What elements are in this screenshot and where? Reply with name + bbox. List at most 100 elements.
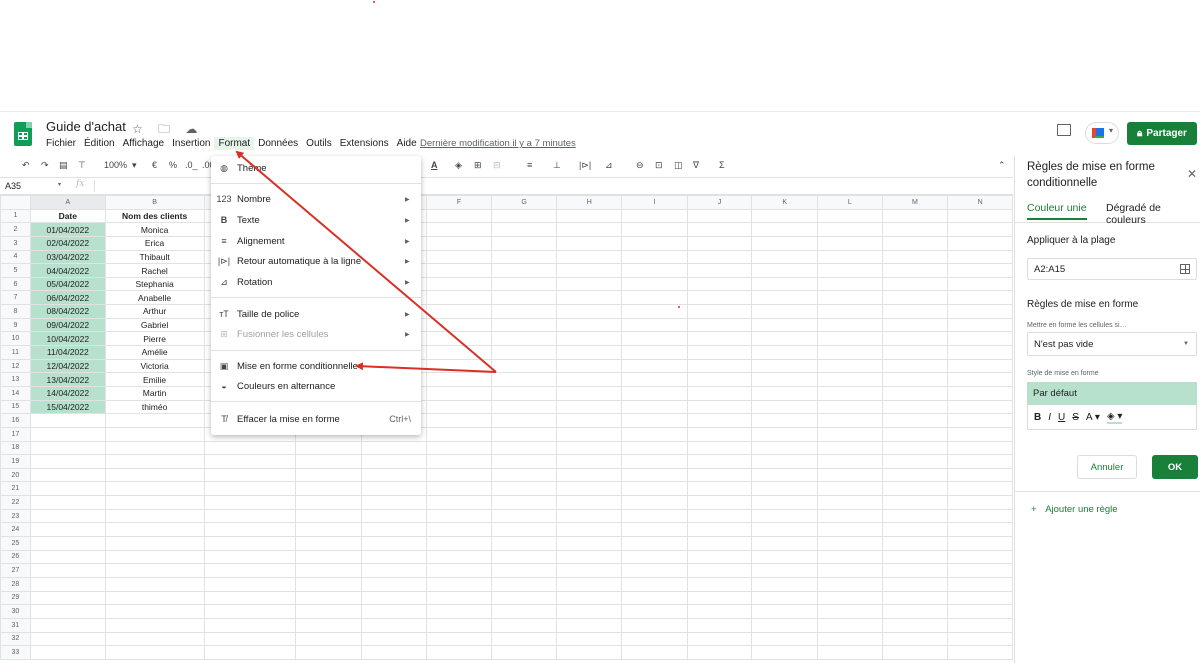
cell[interactable] xyxy=(490,645,558,660)
row-header[interactable]: 5 xyxy=(0,263,31,278)
cell[interactable] xyxy=(621,590,688,606)
cell[interactable] xyxy=(881,467,949,483)
cell[interactable] xyxy=(751,304,818,319)
cell[interactable] xyxy=(426,495,492,510)
cell[interactable] xyxy=(556,617,623,633)
cell[interactable] xyxy=(490,358,558,374)
cell[interactable] xyxy=(881,399,949,415)
cell[interactable] xyxy=(947,208,1013,224)
cell[interactable] xyxy=(881,604,949,619)
cell[interactable] xyxy=(556,345,623,360)
cell[interactable] xyxy=(556,222,623,237)
cell[interactable] xyxy=(816,358,883,374)
cell[interactable] xyxy=(426,440,492,456)
cell[interactable] xyxy=(881,590,949,606)
cell[interactable] xyxy=(556,631,623,647)
cell[interactable] xyxy=(426,426,492,442)
row-header[interactable]: 9 xyxy=(0,317,31,333)
cell[interactable] xyxy=(816,399,883,415)
cell[interactable]: 08/04/2022 xyxy=(29,304,106,319)
cell[interactable] xyxy=(294,645,362,660)
column-header[interactable]: M xyxy=(881,195,949,210)
cell[interactable] xyxy=(947,372,1013,387)
cell[interactable] xyxy=(686,208,753,224)
cell[interactable] xyxy=(203,508,296,524)
cell[interactable] xyxy=(947,495,1013,510)
cell[interactable] xyxy=(751,481,818,497)
cell[interactable]: 05/04/2022 xyxy=(29,276,106,292)
cell[interactable] xyxy=(816,413,883,428)
cell[interactable]: 12/04/2022 xyxy=(29,358,106,374)
cell[interactable] xyxy=(490,631,558,647)
sheet-grid[interactable]: A B C D E F G H I J K L M N 1DateNom des… xyxy=(0,195,1013,663)
cell[interactable]: Martin xyxy=(104,385,205,401)
cell[interactable] xyxy=(686,631,753,647)
menu-item-alternating-colors[interactable]: ◒ Couleurs en alternance xyxy=(211,376,421,396)
cell[interactable] xyxy=(947,345,1013,360)
cell[interactable] xyxy=(881,263,949,278)
cell[interactable] xyxy=(426,631,492,647)
cell[interactable]: thiméo xyxy=(104,399,205,415)
cell[interactable] xyxy=(816,576,883,592)
menu-format[interactable]: Format xyxy=(214,137,255,150)
cell[interactable] xyxy=(426,590,492,606)
borders-icon[interactable]: ⊞ xyxy=(474,160,482,171)
cell[interactable] xyxy=(621,549,688,565)
menu-outils[interactable]: Outils xyxy=(302,137,336,150)
cell[interactable] xyxy=(426,304,492,319)
cell[interactable] xyxy=(947,249,1013,265)
cell[interactable] xyxy=(816,617,883,633)
cell[interactable] xyxy=(490,263,558,278)
fill-color-icon[interactable]: ◈ ▾ xyxy=(1106,411,1123,424)
cell[interactable] xyxy=(29,563,106,578)
cell[interactable] xyxy=(104,454,205,469)
cancel-button[interactable]: Annuler xyxy=(1077,455,1137,479)
cell[interactable] xyxy=(203,645,296,660)
cell[interactable] xyxy=(556,290,623,306)
row-header[interactable]: 24 xyxy=(0,522,31,538)
cell[interactable] xyxy=(29,604,106,619)
cell[interactable]: Gabriel xyxy=(104,317,205,333)
cell[interactable] xyxy=(751,249,818,265)
menu-item-number[interactable]: 123 Nombre ▶ xyxy=(211,189,421,209)
cell[interactable] xyxy=(294,508,362,524)
cell[interactable] xyxy=(816,495,883,510)
cell[interactable] xyxy=(426,645,492,660)
cell[interactable] xyxy=(360,563,428,578)
cell[interactable] xyxy=(490,317,558,333)
cell[interactable] xyxy=(490,304,558,319)
cell[interactable] xyxy=(686,549,753,565)
strikethrough-icon[interactable]: S xyxy=(1072,412,1079,423)
cell[interactable] xyxy=(686,467,753,483)
cell[interactable] xyxy=(621,304,688,319)
cell[interactable] xyxy=(104,576,205,592)
cell[interactable] xyxy=(947,617,1013,633)
italic-icon[interactable]: I xyxy=(1048,412,1051,423)
cell[interactable] xyxy=(621,345,688,360)
cell[interactable] xyxy=(621,222,688,237)
cell[interactable] xyxy=(686,508,753,524)
cell[interactable] xyxy=(490,249,558,265)
cell[interactable] xyxy=(686,276,753,292)
cell[interactable] xyxy=(686,331,753,347)
cell[interactable] xyxy=(816,345,883,360)
collapse-toolbar-icon[interactable]: ⌃ xyxy=(998,160,1006,171)
condition-select[interactable]: N'est pas vide ▼ xyxy=(1027,332,1197,356)
row-header[interactable]: 8 xyxy=(0,304,31,319)
cell[interactable] xyxy=(686,413,753,428)
row-header[interactable]: 33 xyxy=(0,645,31,660)
cell[interactable] xyxy=(556,372,623,387)
cell[interactable] xyxy=(881,495,949,510)
cell[interactable] xyxy=(816,331,883,347)
cell[interactable] xyxy=(294,549,362,565)
cell[interactable]: Anabelle xyxy=(104,290,205,306)
cell[interactable] xyxy=(426,604,492,619)
cell[interactable] xyxy=(947,235,1013,251)
cell[interactable] xyxy=(816,276,883,292)
cell[interactable] xyxy=(621,645,688,660)
cell[interactable] xyxy=(203,522,296,538)
cell[interactable] xyxy=(360,495,428,510)
row-header[interactable]: 23 xyxy=(0,508,31,524)
cell[interactable] xyxy=(29,508,106,524)
cell[interactable] xyxy=(816,249,883,265)
